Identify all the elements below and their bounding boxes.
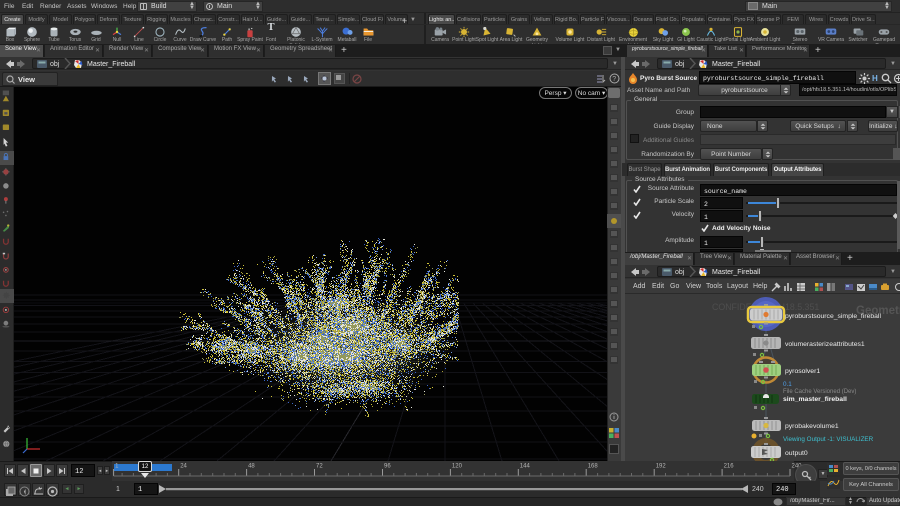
svg-text:144: 144 — [520, 464, 531, 470]
svg-text:Viewing Output -1: VISUALIZER: Viewing Output -1: VISUALIZER — [783, 436, 874, 443]
svg-text:pyroburstsource_simple_firebal: pyroburstsource_simple_fireball — [785, 313, 881, 320]
svg-text:72: 72 — [316, 464, 323, 470]
svg-text:?: ? — [612, 76, 616, 83]
svg-text:sim_master_fireball: sim_master_fireball — [783, 396, 847, 403]
svg-text:1: 1 — [115, 464, 119, 470]
svg-text:48: 48 — [248, 464, 255, 470]
svg-text:pyrosolver1: pyrosolver1 — [785, 368, 820, 375]
svg-text:120: 120 — [452, 464, 463, 470]
svg-text:168: 168 — [588, 464, 599, 470]
svg-text:0.1: 0.1 — [783, 381, 792, 388]
svg-text:216: 216 — [724, 464, 735, 470]
svg-text:volumerasterizeattributes1: volumerasterizeattributes1 — [785, 341, 865, 348]
svg-text:output0: output0 — [785, 450, 808, 457]
svg-text:pyrobakevolume1: pyrobakevolume1 — [785, 423, 839, 430]
svg-text:96: 96 — [384, 464, 391, 470]
svg-text:24: 24 — [180, 464, 187, 470]
svg-text:192: 192 — [656, 464, 667, 470]
svg-text:File Cache Versioned (Dev): File Cache Versioned (Dev) — [783, 389, 856, 395]
